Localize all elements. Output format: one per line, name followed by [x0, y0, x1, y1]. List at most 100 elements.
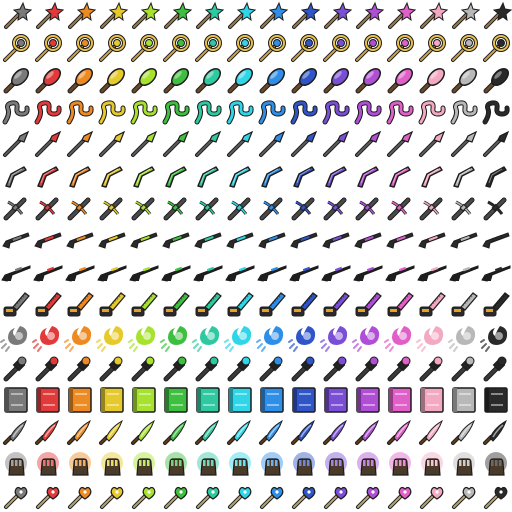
boomerang-icon — [480, 160, 512, 192]
crescent-staff-icon — [32, 32, 64, 64]
heart-key-icon — [96, 480, 128, 512]
heart-key-icon — [196, 486, 220, 509]
club-icon — [355, 68, 381, 94]
shotgun-icon — [192, 224, 224, 256]
crossbow-icon — [483, 197, 507, 221]
chain-whip-icon — [160, 96, 192, 128]
crescent-staff-icon — [419, 34, 446, 62]
spellbook-icon — [4, 387, 28, 413]
boomerang-icon — [192, 160, 224, 192]
magic-staff-icon — [320, 352, 352, 384]
crescent-staff-icon — [451, 34, 478, 62]
chainsaw-icon — [96, 288, 128, 320]
spellbook-icon — [448, 384, 480, 416]
shotgun-icon — [194, 232, 222, 249]
crossbow-icon — [323, 197, 347, 221]
chain-whip-icon — [482, 100, 510, 125]
boomerang-icon — [133, 166, 155, 188]
chainsaw-icon — [384, 288, 416, 320]
fireball-icon — [448, 326, 476, 352]
spear-icon — [355, 130, 382, 157]
shotgun-icon — [34, 232, 62, 249]
shotgun-icon — [98, 232, 126, 249]
chainsaw-icon — [67, 292, 94, 317]
spellbook-icon — [420, 387, 444, 413]
flame-dagger-icon — [3, 419, 27, 445]
spellbook-icon — [32, 384, 64, 416]
crescent-staff-icon — [416, 32, 448, 64]
chain-whip-icon — [258, 100, 286, 125]
club-icon — [451, 68, 477, 94]
glowing-gauntlet-icon — [160, 448, 192, 480]
rifle-icon — [224, 256, 256, 288]
crossbow-icon — [3, 197, 27, 221]
boomerang-icon — [261, 166, 283, 188]
fireball-icon — [416, 320, 448, 352]
club-icon — [3, 68, 29, 94]
club-icon — [99, 68, 125, 94]
boomerang-icon — [384, 160, 416, 192]
spellbook-icon — [288, 384, 320, 416]
chain-whip-icon — [354, 100, 382, 125]
chainsaw-icon — [387, 292, 414, 317]
chainsaw-icon — [32, 288, 64, 320]
spear-icon — [288, 128, 320, 160]
crescent-staff-icon — [163, 34, 190, 62]
chainsaw-icon — [288, 288, 320, 320]
chainsaw-icon — [131, 292, 158, 317]
chain-whip-icon — [224, 96, 256, 128]
chainsaw-icon — [192, 288, 224, 320]
flame-dagger-icon — [288, 416, 320, 448]
boomerang-icon — [256, 160, 288, 192]
heart-key-icon — [288, 480, 320, 512]
rifle-icon — [160, 256, 192, 288]
star-wand-icon — [388, 1, 416, 29]
shotgun-icon — [160, 224, 192, 256]
fireball-icon — [32, 320, 64, 352]
spellbook-icon — [292, 387, 316, 413]
flame-dagger-icon — [483, 419, 507, 445]
spellbook-icon — [324, 387, 348, 413]
glowing-gauntlet-icon — [197, 452, 219, 476]
chain-whip-icon — [256, 96, 288, 128]
glowing-gauntlet-icon — [32, 448, 64, 480]
fireball-icon — [224, 326, 252, 352]
club-icon — [448, 64, 480, 96]
magic-staff-icon — [480, 352, 512, 384]
spear-icon — [163, 130, 190, 157]
star-wand-icon — [416, 0, 448, 32]
boomerang-icon — [69, 166, 91, 188]
chain-whip-icon — [194, 100, 222, 125]
flame-dagger-icon — [256, 416, 288, 448]
heart-key-icon — [64, 480, 96, 512]
heart-key-icon — [256, 480, 288, 512]
magic-staff-icon — [224, 352, 256, 384]
chainsaw-icon — [448, 288, 480, 320]
club-icon — [64, 64, 96, 96]
flame-dagger-icon — [0, 416, 32, 448]
shotgun-icon — [226, 232, 254, 249]
glowing-gauntlet-icon — [485, 452, 507, 476]
crescent-staff-icon — [352, 32, 384, 64]
heart-key-icon — [448, 480, 480, 512]
fireball-icon — [192, 326, 220, 352]
chain-whip-icon — [98, 100, 126, 125]
crescent-staff-icon — [3, 34, 30, 62]
boomerang-icon — [32, 160, 64, 192]
chainsaw-icon — [416, 288, 448, 320]
spear-icon — [419, 130, 446, 157]
fireball-icon — [384, 326, 412, 352]
rifle-icon — [353, 265, 383, 282]
spear-icon — [323, 130, 350, 157]
chain-whip-icon — [64, 96, 96, 128]
club-icon — [195, 68, 221, 94]
rifle-icon — [1, 265, 31, 282]
flame-dagger-icon — [96, 416, 128, 448]
shotgun-icon — [320, 224, 352, 256]
chain-whip-icon — [418, 100, 446, 125]
spear-icon — [32, 128, 64, 160]
star-wand-icon — [448, 0, 480, 32]
club-icon — [483, 68, 509, 94]
chain-whip-icon — [32, 96, 64, 128]
glowing-gauntlet-icon — [448, 448, 480, 480]
